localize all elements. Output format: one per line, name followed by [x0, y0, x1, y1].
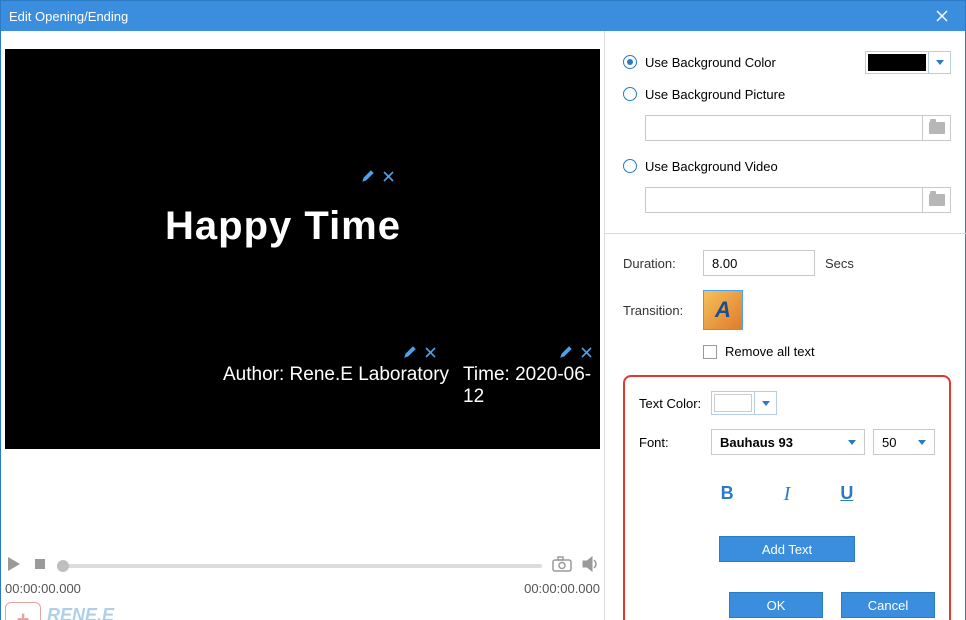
video-preview[interactable]: Happy Time Author: Rene.E Laboratory Tim… — [5, 49, 600, 449]
play-button[interactable] — [5, 555, 23, 576]
chevron-down-icon — [762, 401, 770, 406]
text-style-row: B I U — [639, 483, 935, 506]
text-settings-panel: Text Color: Font: Bauhaus 93 50 — [623, 375, 951, 620]
close-icon[interactable] — [383, 171, 394, 182]
chevron-down-icon — [936, 60, 944, 65]
time-current: 00:00:00.000 — [5, 581, 81, 596]
checkbox-icon[interactable] — [703, 345, 717, 359]
speaker-icon — [582, 556, 600, 572]
font-row: Font: Bauhaus 93 50 — [639, 429, 935, 455]
right-pane: Use Background Color Use Background Pict… — [605, 31, 965, 620]
bg-picture-option[interactable]: Use Background Picture — [623, 83, 951, 105]
bg-video-label: Use Background Video — [645, 159, 778, 174]
divider — [605, 233, 966, 234]
underline-button[interactable]: U — [840, 483, 853, 506]
close-icon[interactable] — [581, 347, 592, 358]
dialog-button-row: OK Cancel — [639, 592, 935, 618]
text-color-row: Text Color: — [639, 391, 935, 415]
close-icon[interactable] — [425, 347, 436, 358]
close-button[interactable] — [927, 1, 957, 31]
transition-label: Transition: — [623, 303, 703, 318]
seek-knob[interactable] — [57, 560, 69, 572]
dialog-body: Happy Time Author: Rene.E Laboratory Tim… — [1, 31, 965, 620]
stop-icon — [33, 557, 47, 571]
overlay-text-main[interactable]: Happy Time — [165, 204, 401, 249]
duration-label: Duration: — [623, 256, 703, 271]
bg-color-dropdown[interactable] — [928, 52, 950, 73]
watermark-brand: RENE.E — [47, 608, 114, 620]
time-total: 00:00:00.000 — [524, 581, 600, 596]
pencil-icon[interactable] — [361, 169, 375, 183]
pencil-icon[interactable] — [403, 345, 417, 359]
bold-button[interactable]: B — [721, 483, 734, 506]
font-size-value: 50 — [882, 435, 896, 450]
folder-icon — [929, 122, 945, 134]
stop-button[interactable] — [33, 557, 47, 574]
overlay-text-author[interactable]: Author: Rene.E Laboratory — [223, 364, 449, 386]
duration-input[interactable] — [703, 250, 815, 276]
add-text-button[interactable]: Add Text — [719, 536, 855, 562]
seek-slider[interactable] — [57, 564, 542, 568]
volume-button[interactable] — [582, 556, 600, 575]
overlay-text-time[interactable]: Time: 2020-06-12 — [463, 364, 600, 408]
transition-row: Transition: A — [623, 290, 951, 330]
window-title: Edit Opening/Ending — [9, 9, 927, 24]
play-icon — [5, 555, 23, 573]
transition-thumbnail[interactable]: A — [703, 290, 743, 330]
pencil-icon[interactable] — [559, 345, 573, 359]
text-color-swatch — [714, 394, 752, 412]
bg-video-browse-button[interactable] — [923, 187, 951, 213]
overlay-controls-time — [559, 345, 592, 359]
duration-row: Duration: Secs — [623, 250, 951, 276]
overlay-controls-author — [403, 345, 436, 359]
bg-video-path-row — [645, 187, 951, 213]
chevron-down-icon — [918, 440, 926, 445]
bg-picture-path-input[interactable] — [645, 115, 923, 141]
font-name-value: Bauhaus 93 — [720, 435, 793, 450]
bg-picture-path-row — [645, 115, 951, 141]
bg-video-option[interactable]: Use Background Video — [623, 155, 951, 177]
radio-icon[interactable] — [623, 159, 637, 173]
watermark: + RENE.E Laboratory — [5, 602, 114, 620]
cancel-button[interactable]: Cancel — [841, 592, 935, 618]
chevron-down-icon — [848, 440, 856, 445]
ok-button[interactable]: OK — [729, 592, 823, 618]
camera-icon — [552, 556, 572, 572]
italic-button[interactable]: I — [784, 483, 791, 506]
watermark-badge-icon: + — [5, 602, 41, 620]
bg-picture-label: Use Background Picture — [645, 87, 785, 102]
preview-controls-area: 00:00:00.000 00:00:00.000 + RENE.E Labor… — [1, 449, 604, 620]
left-pane: Happy Time Author: Rene.E Laboratory Tim… — [1, 31, 605, 620]
overlay-controls-main — [361, 169, 394, 183]
snapshot-button[interactable] — [552, 556, 572, 575]
bg-video-path-input[interactable] — [645, 187, 923, 213]
bg-color-option[interactable]: Use Background Color — [623, 51, 951, 73]
titlebar: Edit Opening/Ending — [1, 1, 965, 31]
font-label: Font: — [639, 435, 705, 450]
bg-color-picker[interactable] — [865, 51, 951, 74]
time-readout-row: 00:00:00.000 00:00:00.000 — [5, 581, 600, 596]
radio-icon[interactable] — [623, 87, 637, 101]
text-color-picker[interactable] — [711, 391, 777, 415]
dialog-window: Edit Opening/Ending Happy Time Author: R… — [0, 0, 966, 620]
text-color-dropdown[interactable] — [754, 392, 776, 414]
transport-bar — [5, 555, 600, 576]
bg-picture-browse-button[interactable] — [923, 115, 951, 141]
close-icon — [936, 10, 948, 22]
font-select[interactable]: Bauhaus 93 — [711, 429, 865, 455]
text-color-label: Text Color: — [639, 396, 705, 411]
remove-all-text-label: Remove all text — [725, 344, 815, 359]
remove-all-text-row[interactable]: Remove all text — [703, 344, 951, 359]
bg-color-swatch — [868, 54, 926, 71]
duration-unit: Secs — [825, 256, 854, 271]
folder-icon — [929, 194, 945, 206]
radio-icon[interactable] — [623, 55, 637, 69]
bg-color-label: Use Background Color — [645, 55, 776, 70]
font-size-select[interactable]: 50 — [873, 429, 935, 455]
